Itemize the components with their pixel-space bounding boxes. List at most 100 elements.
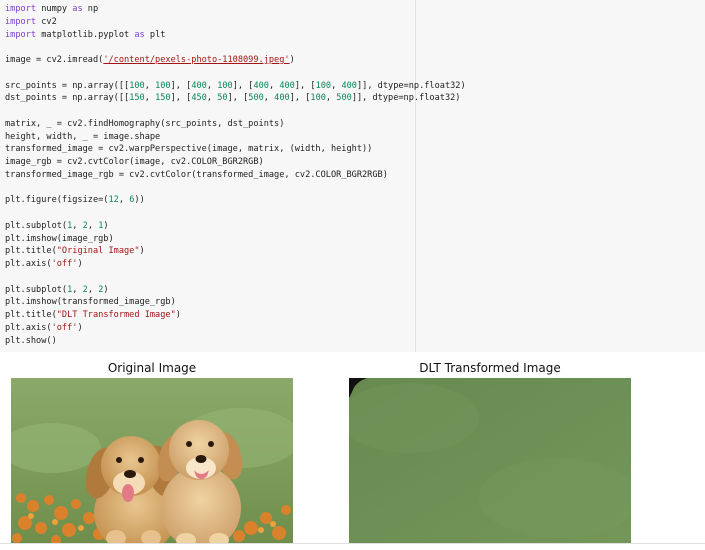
code-token: ) xyxy=(175,310,181,320)
code-token: ) xyxy=(289,55,295,65)
code-token: )) xyxy=(134,195,145,206)
code-token: ]], dtype=np.float32) xyxy=(356,80,466,91)
code-token: height, width, _ = image.shape xyxy=(5,131,161,142)
code-line: plt.title("Original Image") xyxy=(5,245,466,258)
code-token: "Original Image" xyxy=(56,246,140,257)
code-token: ) xyxy=(139,246,145,257)
code-token: , xyxy=(87,220,99,231)
code-token: plt.subplot( xyxy=(5,284,68,295)
cell-output: Original Image DLT Transformed Image xyxy=(0,352,705,550)
code-token: 100 xyxy=(315,80,332,91)
code-token: 100 xyxy=(155,80,171,91)
code-token: ], [ xyxy=(170,93,192,104)
code-line: import cv2 xyxy=(5,16,466,29)
code-token: import xyxy=(5,29,37,40)
code-editor[interactable]: import numpy as np import cv2 import matpl… xyxy=(5,3,466,347)
code-token: src_points = np.array([[ xyxy=(5,80,130,91)
original-image xyxy=(11,378,293,543)
code-token: ) xyxy=(103,220,109,231)
code-line: import numpy as np xyxy=(5,3,466,16)
code-token: 500 xyxy=(248,93,264,104)
code-token: , xyxy=(263,93,275,104)
code-token: 450 xyxy=(191,93,207,104)
code-line: src_points = np.array([[100, 100], [400,… xyxy=(5,80,466,93)
code-line: plt.imshow(transformed_image_rgb) xyxy=(5,296,466,309)
code-line: plt.subplot(1, 2, 1) xyxy=(5,220,466,233)
code-token: transformed_image_rgb = cv2.cvtColor(tra… xyxy=(5,169,388,180)
code-token: 400 xyxy=(279,80,295,91)
code-token: , xyxy=(331,80,342,91)
code-line: plt.axis('off') xyxy=(5,258,466,271)
code-token: 100 xyxy=(129,80,145,91)
code-token: numpy xyxy=(36,4,73,14)
code-token: 12 xyxy=(108,195,119,206)
code-token: plt.figure(figsize=( xyxy=(5,195,109,206)
original-image-title: Original Image xyxy=(107,361,197,375)
code-token: 100 xyxy=(310,93,326,104)
transformed-image-title: DLT Transformed Image xyxy=(419,361,561,375)
code-token: 150 xyxy=(129,93,145,104)
code-token: image_rgb = cv2.cvtColor(image, cv2.COLO… xyxy=(5,157,264,167)
code-token: , xyxy=(144,93,156,104)
code-token: plt.title( xyxy=(5,310,57,320)
code-token: , xyxy=(87,284,99,295)
code-token: 400 xyxy=(341,80,357,91)
code-token: dst_points = np.array([[ xyxy=(5,93,130,104)
code-line: plt.subplot(1, 2, 2) xyxy=(5,284,466,297)
code-token: , xyxy=(118,195,130,206)
code-token: plt.imshow(image_rgb) xyxy=(5,233,114,244)
code-token: plt xyxy=(144,29,166,40)
code-line: plt.imshow(image_rgb) xyxy=(5,233,466,246)
code-token: ) xyxy=(77,322,83,333)
code-token: plt.subplot( xyxy=(5,220,68,231)
code-token: matrix, _ = cv2.findHomography(src_point… xyxy=(5,118,285,129)
code-line: plt.show() xyxy=(5,335,466,348)
transformed-image xyxy=(349,378,631,543)
code-line: import matplotlib.pyplot as plt xyxy=(5,29,466,42)
code-line: height, width, _ = image.shape xyxy=(5,131,466,144)
code-token: 400 xyxy=(253,80,269,91)
code-line: transformed_image = cv2.warpPerspective(… xyxy=(5,143,466,156)
code-token: 50 xyxy=(217,93,228,104)
code-token: as xyxy=(72,4,83,14)
code-token: plt.title( xyxy=(5,246,57,257)
code-token: import xyxy=(5,4,37,14)
code-token: , xyxy=(206,93,218,104)
code-token: np xyxy=(82,4,99,14)
code-token: 400 xyxy=(191,80,207,91)
code-token: , xyxy=(268,80,280,91)
code-token: ], [ xyxy=(227,93,249,104)
code-token: ) xyxy=(77,259,83,269)
code-token: , xyxy=(72,284,83,295)
code-line: transformed_image_rgb = cv2.cvtColor(tra… xyxy=(5,169,466,182)
code-token: 150 xyxy=(155,93,171,104)
code-token: 100 xyxy=(217,80,233,91)
code-token: 'off' xyxy=(51,322,78,333)
code-token: ) xyxy=(103,284,109,295)
code-token: , xyxy=(144,80,156,91)
code-token: ], [ xyxy=(294,80,316,91)
code-token: , xyxy=(206,80,218,91)
code-token: transformed_image = cv2.warpPerspective(… xyxy=(5,144,373,155)
code-token: 400 xyxy=(274,93,290,104)
code-token: cv2 xyxy=(36,16,57,27)
code-token: "DLT Transformed Image" xyxy=(56,310,176,320)
code-line: matrix, _ = cv2.findHomography(src_point… xyxy=(5,118,466,131)
code-token: plt.imshow(transformed_image_rgb) xyxy=(5,297,176,308)
code-token: plt.show() xyxy=(5,335,57,346)
code-token: ], [ xyxy=(289,93,311,104)
code-token: as xyxy=(134,29,145,40)
code-token: matplotlib.pyplot xyxy=(36,29,135,40)
code-cell[interactable]: import numpy as np import cv2 import matpl… xyxy=(0,0,705,352)
code-line: plt.axis('off') xyxy=(5,322,466,335)
code-token: , xyxy=(325,93,337,104)
code-token: plt.axis( xyxy=(5,322,52,333)
code-line: dst_points = np.array([[150, 150], [450,… xyxy=(5,92,466,105)
code-token: ], [ xyxy=(232,80,254,91)
